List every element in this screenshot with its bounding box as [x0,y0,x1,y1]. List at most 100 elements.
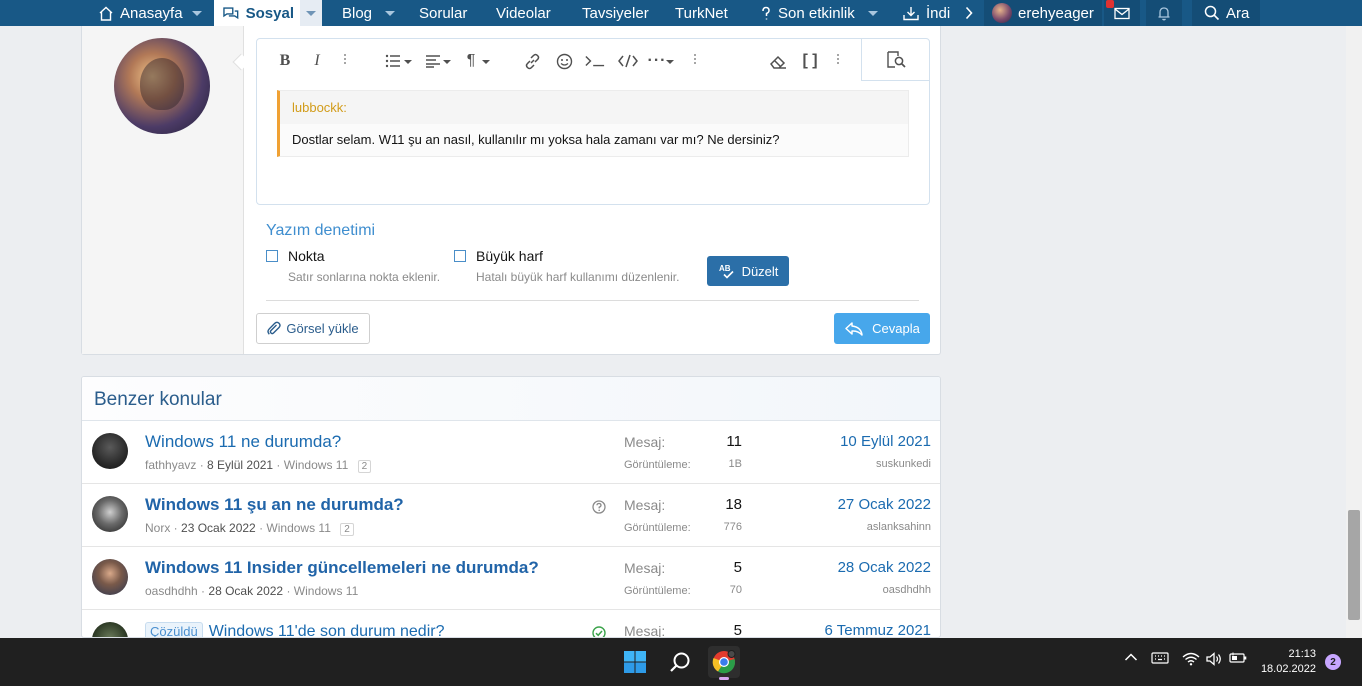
smiley-icon[interactable] [554,52,574,70]
avatar[interactable] [92,559,128,595]
code-block-icon[interactable] [618,52,638,70]
last-post-date[interactable]: 10 Eylül 2021 [840,433,931,450]
thread-forum[interactable]: Windows 11 [294,584,358,598]
list-icon[interactable] [383,52,403,70]
chrome-icon[interactable] [708,646,740,680]
nav-item-son-etkinlik[interactable]: Son etkinlik [752,0,863,26]
show-hidden-icons-button[interactable] [1124,652,1138,662]
page-jump[interactable]: 2 [340,523,354,536]
messages-button[interactable] [1104,0,1140,26]
wifi-icon[interactable] [1182,652,1200,666]
nav-item-turknet[interactable]: TurkNet [667,0,736,26]
avatar[interactable] [92,496,128,532]
bold-icon[interactable]: B [275,52,295,70]
last-post-user[interactable]: aslanksahinn [867,521,931,533]
table-row[interactable]: Windows 11 şu an ne durumda? Norx · 23 O… [82,484,940,547]
bbcode-toggle-icon[interactable]: [ ] [800,52,820,70]
volume-icon[interactable] [1206,652,1222,666]
avatar[interactable] [92,622,128,637]
nav-item-videolar[interactable]: Videolar [488,0,559,26]
windows-start-icon[interactable] [619,646,651,678]
thread-title[interactable]: Windows 11 şu an ne durumda? [145,495,404,515]
nav-item-blog[interactable]: Blog [334,0,380,26]
more-text-options-icon[interactable] [343,54,347,64]
paragraph-dropdown-icon[interactable] [482,60,490,64]
avatar[interactable] [92,433,128,469]
alerts-button[interactable] [1146,0,1182,26]
views-count: 1B [728,458,742,470]
nav-item-anasayfa[interactable]: Anasayfa [90,0,191,26]
views-label: Görüntüleme: [624,459,691,471]
nav-label: TurkNet [675,4,728,22]
nav-scroll-right-button[interactable] [958,0,980,26]
reply-button[interactable]: Cevapla [834,313,930,344]
solved-label[interactable]: Çözüldü [145,622,203,637]
more-format-options-icon[interactable] [836,54,840,64]
checkbox[interactable] [266,250,278,262]
nav-item-tavsiyeler[interactable]: Tavsiyeler [574,0,657,26]
nav-item-sosyal[interactable]: Sosyal [214,0,302,26]
eraser-icon[interactable] [768,52,788,70]
more-options-icon[interactable] [693,54,697,64]
last-post-user[interactable]: oasdhdhh [883,584,931,596]
similar-threads-block: Benzer konular Windows 11 ne durumda? fa… [81,376,941,638]
align-icon[interactable] [423,52,443,70]
thread-title[interactable]: Windows 11 Insider güncellemeleri ne dur… [145,558,539,578]
thread-title[interactable]: Windows 11'de son durum nedir? [209,623,445,637]
align-dropdown-icon[interactable] [443,60,451,64]
quote-block[interactable]: lubbockk: Dostlar selam. W11 şu an nasıl… [277,90,909,157]
thread-author[interactable]: Norx [145,521,170,535]
keyboard-icon[interactable] [1151,652,1169,664]
thread-title[interactable]: Windows 11 ne durumda? [145,432,341,452]
table-row[interactable]: Çözüldü Windows 11'de son durum nedir? Me… [82,610,940,637]
page-jump[interactable]: 2 [357,460,372,473]
last-post-user[interactable]: suskunkedi [876,458,931,470]
link-icon[interactable] [522,52,542,70]
list-dropdown-icon[interactable] [404,60,412,64]
notification-badge[interactable]: 2 [1325,654,1341,670]
checkbox[interactable] [454,250,466,262]
paragraph-icon[interactable]: ¶ [461,52,481,70]
user-menu[interactable]: erehyeager [984,0,1102,26]
battery-icon[interactable] [1229,652,1247,664]
fix-button[interactable]: AB Düzelt [707,256,789,286]
thread-forum[interactable]: Windows 11 [266,521,330,535]
thread-forum[interactable]: Windows 11 [284,458,348,472]
nav-anasayfa-dropdown[interactable] [186,0,208,26]
page-scrollbar[interactable] [1346,26,1362,638]
clock-time: 21:13 [1288,648,1316,660]
nav-label: Son etkinlik [778,4,855,22]
spellcheck-option-buyuk-harf[interactable]: Büyük harf Hatalı büyük harf kullanımı d… [454,248,679,284]
search-icon[interactable] [664,646,696,678]
nav-label: Tavsiyeler [582,4,649,22]
spellcheck-option-nokta[interactable]: Nokta Satır sonlarına nokta eklenir. [266,248,440,284]
option-label: Nokta [288,248,325,264]
rich-text-editor[interactable]: B I ¶ ··· [] lubbockk: Dostlar selam. W… [256,38,930,205]
reply-label: Cevapla [872,321,920,336]
preview-button[interactable] [861,39,929,81]
more-insert-icon[interactable]: ··· [647,52,667,70]
nav-item-indir[interactable]: İndi [894,0,958,26]
upload-image-button[interactable]: Görsel yükle [256,313,370,344]
thread-author[interactable]: oasdhdhh [145,584,198,598]
nav-blog-dropdown[interactable] [379,0,401,26]
last-post-date[interactable]: 28 Ocak 2022 [838,559,931,576]
insert-dropdown-icon[interactable] [666,60,674,64]
system-clock[interactable]: 21:13 18.02.2022 [1250,647,1316,677]
nav-sosyal-dropdown[interactable] [300,0,322,26]
avatar[interactable] [114,38,210,134]
table-row[interactable]: Windows 11 Insider güncellemeleri ne dur… [82,547,940,610]
divider [266,300,919,301]
search-button[interactable]: Ara [1192,0,1260,26]
thread-author[interactable]: fathhyavz [145,458,196,472]
last-post-date[interactable]: 6 Temmuz 2021 [825,622,931,637]
last-post-date[interactable]: 27 Ocak 2022 [838,496,931,513]
code-inline-icon[interactable] [585,52,605,70]
nav-son-etkinlik-dropdown[interactable] [862,0,884,26]
italic-icon[interactable]: I [307,52,327,70]
similar-threads-title: Benzer konular [82,377,940,421]
scrollbar-thumb[interactable] [1348,510,1360,620]
quote-author[interactable]: lubbockk: [280,91,908,124]
table-row[interactable]: Windows 11 ne durumda? fathhyavz · 8 Eyl… [82,421,940,484]
nav-item-sorular[interactable]: Sorular [411,0,475,26]
